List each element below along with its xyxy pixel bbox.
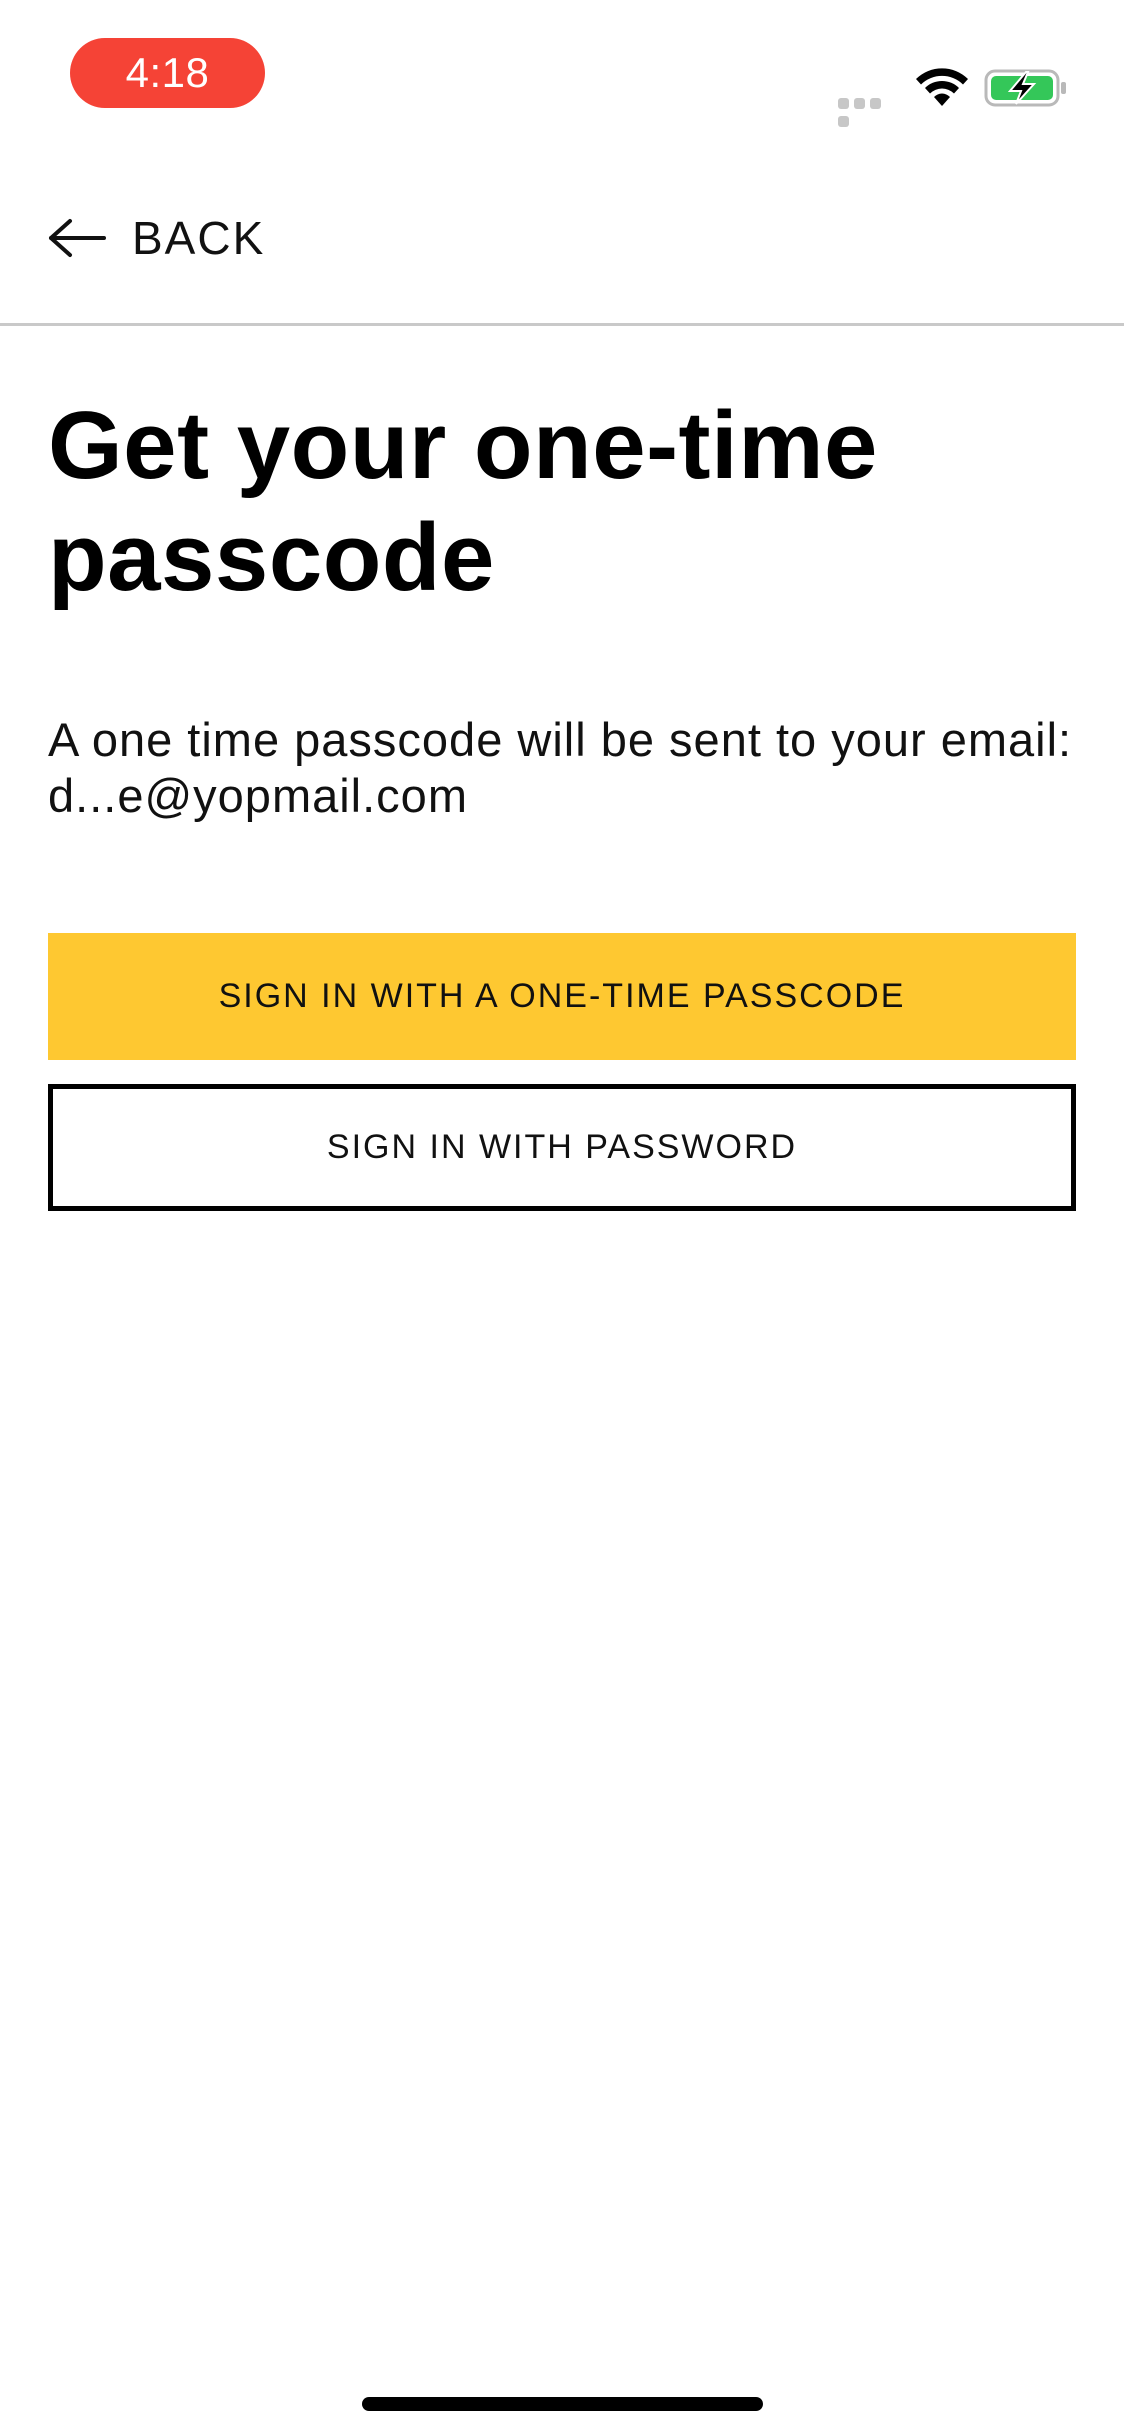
nav-bar: BACK xyxy=(0,150,1124,326)
arrow-left-icon xyxy=(49,219,106,257)
page-title: Get your one-time passcode xyxy=(48,392,878,611)
sign-in-password-button[interactable]: SIGN IN WITH PASSWORD xyxy=(48,1084,1076,1211)
battery-charging-icon xyxy=(984,69,1066,107)
cellular-signal-icon xyxy=(838,96,900,127)
sign-in-passcode-label: SIGN IN WITH A ONE-TIME PASSCODE xyxy=(218,977,906,1015)
wifi-icon xyxy=(916,68,968,106)
sign-in-password-label: SIGN IN WITH PASSWORD xyxy=(326,1128,798,1166)
status-time: 4:18 xyxy=(70,38,265,108)
back-label: BACK xyxy=(132,212,266,264)
sign-in-passcode-button[interactable]: SIGN IN WITH A ONE-TIME PASSCODE xyxy=(48,933,1076,1060)
passcode-description: A one time passcode will be sent to your… xyxy=(48,713,1073,822)
status-bar: 4:18 xyxy=(0,0,1124,150)
home-indicator[interactable] xyxy=(362,2397,763,2411)
back-button[interactable]: BACK xyxy=(48,198,265,278)
